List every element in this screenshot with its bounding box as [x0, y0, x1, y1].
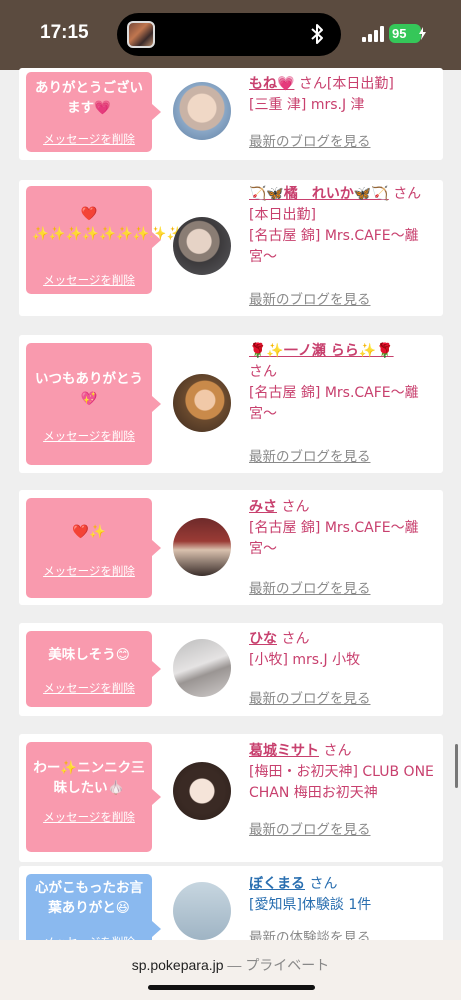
delete-message-link[interactable]: メッセージを削除 [26, 678, 152, 698]
message-bubble: ❤️✨ メッセージを削除 [26, 498, 161, 598]
message-card: わー✨ニンニク三昧したい🧄 メッセージを削除 葛城ミサト さん [梅田・お初天神… [19, 734, 443, 862]
cast-name-link[interactable]: もね💗 [249, 76, 294, 92]
shop-name: [小牧] mrs.J 小牧 [249, 652, 361, 668]
message-text: いつもありがとう💖 [35, 371, 143, 407]
shop-name: [愛知県]体験談 1件 [249, 897, 372, 913]
message-text: 美味しそう😊 [48, 647, 130, 663]
cast-info: もね💗 さん[本日出勤] [三重 津] mrs.J 津 [249, 74, 439, 116]
browser-address-bar[interactable]: sp.pokepara.jp — プライベート [0, 940, 461, 1000]
avatar[interactable] [173, 762, 231, 820]
message-card: ありがとうございます💗 メッセージを削除 もね💗 さん[本日出勤] [三重 津]… [19, 68, 443, 160]
message-text: ❤️✨ [72, 524, 106, 540]
message-card: いつもありがとう💖 メッセージを削除 🌹✨一ノ瀬 らら✨🌹 さん [名古屋 錦]… [19, 335, 443, 473]
message-bubble: わー✨ニンニク三昧したい🧄 メッセージを削除 [26, 742, 161, 852]
work-status: [本日出勤] [249, 207, 316, 223]
message-text: ❤️ ✨✨✨✨✨✨✨✨✨✨ [32, 206, 201, 242]
bluetooth-icon [311, 24, 323, 44]
shop-name: [三重 津] mrs.J 津 [249, 97, 365, 113]
work-status: [本日出勤] [326, 76, 394, 92]
honorific: さん [393, 186, 422, 202]
shop-name: [名古屋 錦] Mrs.CAFE〜離宮〜 [249, 520, 419, 557]
honorific: さん [281, 499, 310, 515]
battery-level: 95 [392, 26, 407, 41]
url-separator: — [223, 957, 246, 973]
avatar[interactable] [173, 82, 231, 140]
message-bubble: ありがとうございます💗 メッセージを削除 [26, 72, 161, 152]
message-bubble: いつもありがとう💖 メッセージを削除 [26, 343, 161, 465]
avatar[interactable] [173, 518, 231, 576]
avatar[interactable] [173, 374, 231, 432]
delete-message-link[interactable]: メッセージを削除 [26, 270, 152, 290]
delete-message-link[interactable]: メッセージを削除 [26, 129, 152, 149]
url-domain: sp.pokepara.jp [131, 957, 224, 973]
private-mode-label: プライベート [245, 957, 330, 973]
cast-info: 🌹✨一ノ瀬 らら✨🌹 さん [名古屋 錦] Mrs.CAFE〜離宮〜 [249, 341, 439, 425]
latest-blog-link[interactable]: 最新のブログを見る [249, 818, 371, 838]
cast-info: 葛城ミサト さん [梅田・お初天神] CLUB ONE CHAN 梅田お初天神 [249, 741, 439, 804]
avatar[interactable] [173, 217, 231, 275]
latest-blog-link[interactable]: 最新のブログを見る [249, 577, 371, 597]
latest-blog-link[interactable]: 最新のブログを見る [249, 687, 371, 707]
shop-name: [梅田・お初天神] CLUB ONE CHAN 梅田お初天神 [249, 764, 434, 801]
honorific: さん [309, 876, 338, 892]
delete-message-link[interactable]: メッセージを削除 [26, 561, 152, 581]
latest-blog-link[interactable]: 最新のブログを見る [249, 445, 371, 465]
delete-message-link[interactable]: メッセージを削除 [26, 807, 152, 827]
url-display[interactable]: sp.pokepara.jp — プライベート [0, 955, 461, 975]
cast-info: 🏹🦋橘 れいか🦋🏹 さん [本日出勤] [名古屋 錦] Mrs.CAFE〜離宮〜 [249, 184, 439, 268]
latest-blog-link[interactable]: 最新のブログを見る [249, 288, 371, 308]
status-time: 17:15 [40, 22, 89, 43]
cast-name-link[interactable]: 🌹✨一ノ瀬 らら✨🌹 [249, 343, 394, 359]
message-card: ❤️ ✨✨✨✨✨✨✨✨✨✨ メッセージを削除 🏹🦋橘 れいか🦋🏹 さん [本日出勤… [19, 180, 443, 316]
message-text: ありがとうございます💗 [35, 80, 143, 116]
shop-name: [名古屋 錦] Mrs.CAFE〜離宮〜 [249, 228, 419, 265]
message-text: わー✨ニンニク三昧したい🧄 [33, 760, 145, 796]
message-card: ❤️✨ メッセージを削除 みさ さん [名古屋 錦] Mrs.CAFE〜離宮〜 … [19, 490, 443, 605]
delete-message-link[interactable]: メッセージを削除 [26, 426, 152, 446]
message-bubble: ❤️ ✨✨✨✨✨✨✨✨✨✨ メッセージを削除 [26, 186, 201, 294]
honorific: さん [249, 364, 277, 380]
signal-icon [362, 26, 384, 42]
cast-info: ぼくまる さん [愛知県]体験談 1件 [249, 874, 439, 916]
shop-name: [名古屋 錦] Mrs.CAFE〜離宮〜 [249, 385, 419, 422]
charging-bolt-icon [419, 27, 426, 40]
cast-info: みさ さん [名古屋 錦] Mrs.CAFE〜離宮〜 [249, 497, 439, 560]
message-bubble: 美味しそう😊 メッセージを削除 [26, 631, 161, 707]
home-indicator[interactable] [148, 985, 315, 990]
latest-blog-link[interactable]: 最新のブログを見る [249, 130, 371, 150]
honorific: さん [281, 631, 310, 647]
cast-name-link[interactable]: 葛城ミサト [249, 743, 319, 759]
status-bar: 17:15 95 [0, 0, 461, 70]
honorific: さん [323, 743, 352, 759]
avatar[interactable] [173, 882, 231, 940]
cast-name-link[interactable]: ひな [249, 631, 277, 647]
scrollbar[interactable] [455, 744, 458, 788]
cast-info: ひな さん [小牧] mrs.J 小牧 [249, 629, 439, 671]
message-text: 心がこもったお言葉ありがと😆 [35, 880, 143, 916]
cast-name-link[interactable]: 🏹🦋橘 れいか🦋🏹 [249, 186, 389, 202]
cast-name-link[interactable]: みさ [249, 499, 277, 515]
message-card: 美味しそう😊 メッセージを削除 ひな さん [小牧] mrs.J 小牧 最新のブ… [19, 623, 443, 716]
now-playing-thumbnail [127, 21, 155, 48]
cast-name-link[interactable]: ぼくまる [249, 876, 305, 892]
dynamic-island [117, 13, 341, 56]
avatar[interactable] [173, 639, 231, 697]
battery-icon: 95 [389, 24, 426, 43]
honorific: さん [298, 76, 327, 92]
